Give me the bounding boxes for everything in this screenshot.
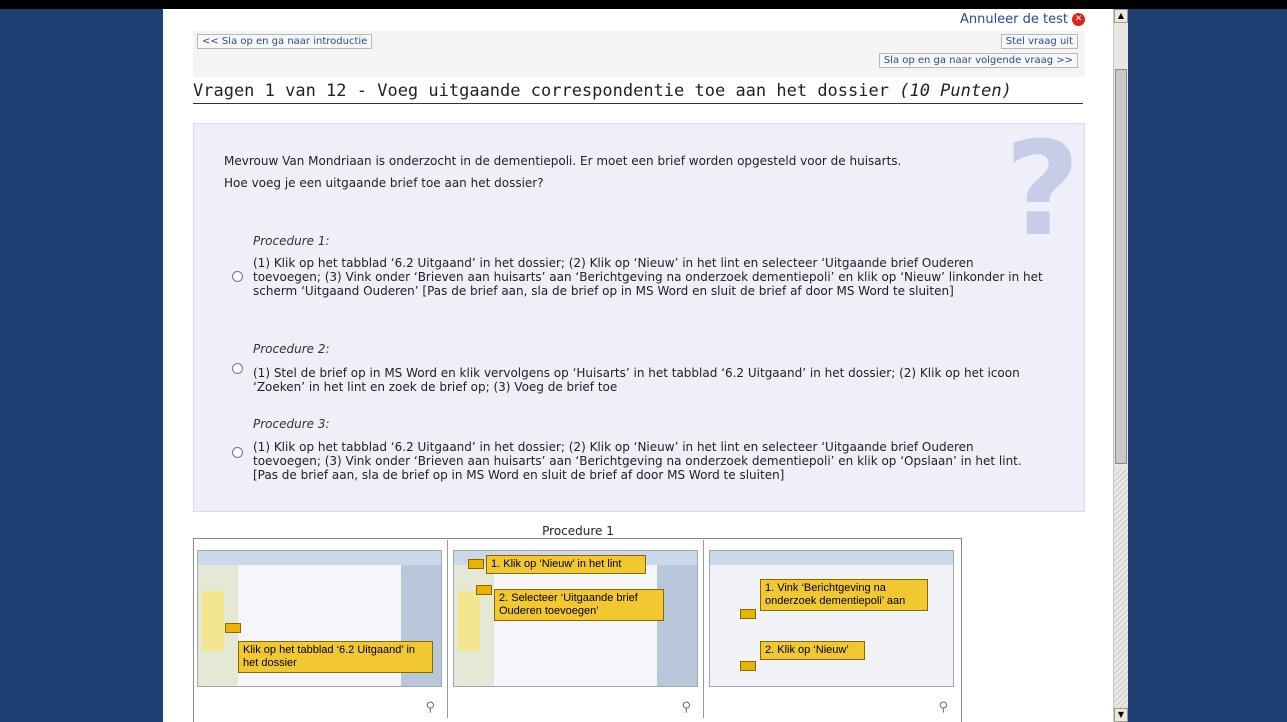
gallery-thumbnail-1[interactable]: Klik op het tabblad ‘6.2 Uitgaand’ in he… (194, 540, 448, 718)
vertical-scrollbar[interactable]: ▲ ▼ (1113, 9, 1128, 722)
option-3-text[interactable]: (1) Klik op het tabblad ‘6.2 Uitgaand’ i… (253, 440, 1043, 482)
scroll-down-icon[interactable]: ▼ (1114, 708, 1128, 722)
cancel-test-label: Annuleer de test (959, 12, 1068, 27)
screenshot-gallery: Klik op het tabblad ‘6.2 Uitgaand’ in he… (193, 538, 962, 722)
scrollbar-thumb[interactable] (1115, 69, 1127, 464)
thumbnail-1-image: Klik op het tabblad ‘6.2 Uitgaand’ in he… (197, 550, 442, 687)
option-3-label: Procedure 3: (253, 417, 330, 431)
question-intro-line2: Hoe voeg je een uitgaande brief toe aan … (224, 176, 544, 190)
option-3-radio[interactable] (232, 447, 243, 458)
question-title: Vragen 1 van 12 - Voeg uitgaande corresp… (193, 81, 1083, 104)
option-2-radio[interactable] (232, 363, 243, 374)
thumbnail-3-callout-2: 2. Klik op ‘Nieuw’ (760, 641, 865, 660)
thumbnail-3-callout-1: 1. Vink ‘Berichtgeving na onderzoek deme… (760, 579, 928, 611)
gallery-thumbnail-3[interactable]: 1. Vink ‘Berichtgeving na onderzoek deme… (706, 540, 960, 718)
cancel-icon: ✕ (1072, 13, 1085, 26)
thumbnail-1-callout-1: Klik op het tabblad ‘6.2 Uitgaand’ in he… (238, 641, 433, 673)
option-1-label: Procedure 1: (253, 234, 330, 248)
scrollbar-track[interactable] (1114, 469, 1128, 709)
option-2-label: Procedure 2: (253, 342, 330, 356)
postpone-question-button[interactable]: Stel vraag uit (1000, 34, 1078, 49)
option-2-text[interactable]: (1) Stel de brief op in MS Word en klik … (253, 366, 1043, 394)
question-panel: ? Mevrouw Van Mondriaan is onderzocht in… (193, 123, 1085, 512)
test-page: Annuleer de test ✕ << Sla op en ga naar … (163, 9, 1113, 722)
thumbnail-2-callout-2: 2. Selecteer ‘Uitgaande brief Ouderen to… (494, 589, 664, 621)
navigation-bar: << Sla op en ga naar introductie Stel vr… (193, 31, 1085, 77)
zoom-icon[interactable]: ⚲ (425, 700, 435, 715)
question-mark-icon: ? (1004, 113, 1080, 265)
thumbnail-2-callout-1: 1. Klik op ‘Nieuw’ in het lint (486, 555, 646, 574)
back-to-intro-button[interactable]: << Sla op en ga naar introductie (197, 34, 373, 49)
next-question-button[interactable]: Sla op en ga naar volgende vraag >> (878, 53, 1078, 68)
question-points: (10 Punten) (899, 81, 1012, 101)
option-1-radio[interactable] (232, 271, 243, 282)
gallery-thumbnail-2[interactable]: 1. Klik op ‘Nieuw’ in het lint 2. Select… (450, 540, 704, 718)
thumbnail-2-image: 1. Klik op ‘Nieuw’ in het lint 2. Select… (453, 550, 698, 687)
question-intro-line1: Mevrouw Van Mondriaan is onderzocht in d… (224, 154, 902, 168)
option-1-text[interactable]: (1) Klik op het tabblad ‘6.2 Uitgaand’ i… (253, 256, 1043, 298)
thumbnail-3-image: 1. Vink ‘Berichtgeving na onderzoek deme… (709, 550, 954, 687)
gallery-title: Procedure 1 (542, 524, 614, 538)
question-title-text: Vragen 1 van 12 - Voeg uitgaande corresp… (193, 81, 889, 101)
cancel-test-link[interactable]: Annuleer de test ✕ (960, 12, 1085, 27)
zoom-icon[interactable]: ⚲ (938, 700, 948, 715)
top-black-bar (0, 0, 1287, 9)
scroll-up-icon[interactable]: ▲ (1114, 9, 1128, 23)
zoom-icon[interactable]: ⚲ (681, 700, 691, 715)
